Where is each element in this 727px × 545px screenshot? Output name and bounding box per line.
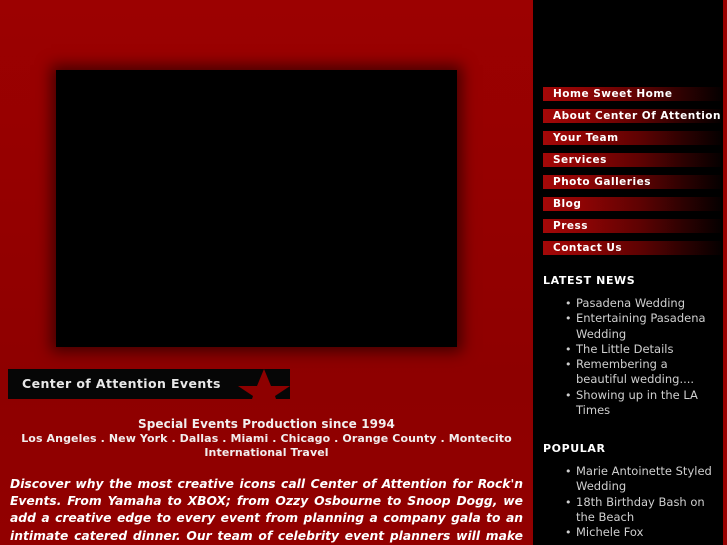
- tagline-line-3: International Travel: [204, 446, 329, 459]
- sidebar: Home Sweet Home About Center Of Attentio…: [533, 0, 723, 545]
- sidebar-item-about[interactable]: About Center Of Attention: [543, 109, 721, 123]
- sidebar-item-photo-galleries[interactable]: Photo Galleries: [543, 175, 721, 189]
- sidebar-item-label: Home Sweet Home: [553, 88, 673, 100]
- video-screen[interactable]: [56, 70, 457, 347]
- list-item[interactable]: 18th Birthday Bash on the Beach: [543, 495, 721, 526]
- popular-section: POPULAR Marie Antoinette Styled Wedding …: [543, 442, 721, 541]
- page-root: Center of Attention Events Special Event…: [0, 0, 727, 545]
- primary-nav: Home Sweet Home About Center Of Attentio…: [543, 87, 721, 263]
- right-edge-strip: [723, 0, 727, 545]
- main-content-column: Center of Attention Events Special Event…: [0, 0, 533, 545]
- sidebar-item-home[interactable]: Home Sweet Home: [543, 87, 721, 101]
- list-item[interactable]: Pasadena Wedding: [543, 296, 721, 312]
- list-item[interactable]: Marie Antoinette Styled Wedding: [543, 464, 721, 495]
- latest-news-heading: LATEST NEWS: [543, 274, 636, 287]
- list-item[interactable]: Entertaining Pasadena Wedding: [543, 311, 721, 342]
- site-logo-text: Center of Attention Events: [22, 376, 221, 391]
- tagline-line-1: Special Events Production since 1994: [138, 417, 395, 431]
- intro-paragraph: Discover why the most creative icons cal…: [10, 477, 523, 543]
- sidebar-item-services[interactable]: Services: [543, 153, 721, 167]
- sidebar-item-label: Your Team: [553, 132, 619, 144]
- popular-heading: POPULAR: [543, 442, 606, 455]
- latest-news-section: LATEST NEWS Pasadena Wedding Entertainin…: [543, 274, 721, 418]
- list-item[interactable]: Showing up in the LA Times: [543, 388, 721, 419]
- sidebar-item-contact-us[interactable]: Contact Us: [543, 241, 721, 255]
- sidebar-item-label: Press: [553, 220, 588, 232]
- sidebar-item-blog[interactable]: Blog: [543, 197, 721, 211]
- sidebar-item-label: Services: [553, 154, 607, 166]
- video-player[interactable]: [56, 70, 457, 347]
- list-item[interactable]: Michele Fox: [543, 525, 721, 541]
- popular-list: Marie Antoinette Styled Wedding 18th Bir…: [543, 464, 721, 541]
- tagline-line-2: Los Angeles . New York . Dallas . Miami …: [21, 432, 512, 445]
- site-logo-bar[interactable]: Center of Attention Events: [8, 369, 290, 399]
- sidebar-item-label: Blog: [553, 198, 582, 210]
- list-item[interactable]: The Little Details: [543, 342, 721, 358]
- tagline-block: Special Events Production since 1994 Los…: [0, 417, 533, 460]
- sidebar-item-press[interactable]: Press: [543, 219, 721, 233]
- sidebar-item-your-team[interactable]: Your Team: [543, 131, 721, 145]
- sidebar-item-label: Contact Us: [553, 242, 623, 254]
- list-item[interactable]: Remembering a beautiful wedding....: [543, 357, 721, 388]
- sidebar-item-label: About Center Of Attention: [553, 110, 721, 122]
- sidebar-item-label: Photo Galleries: [553, 176, 651, 188]
- star-icon: [238, 369, 290, 399]
- latest-news-list: Pasadena Wedding Entertaining Pasadena W…: [543, 296, 721, 418]
